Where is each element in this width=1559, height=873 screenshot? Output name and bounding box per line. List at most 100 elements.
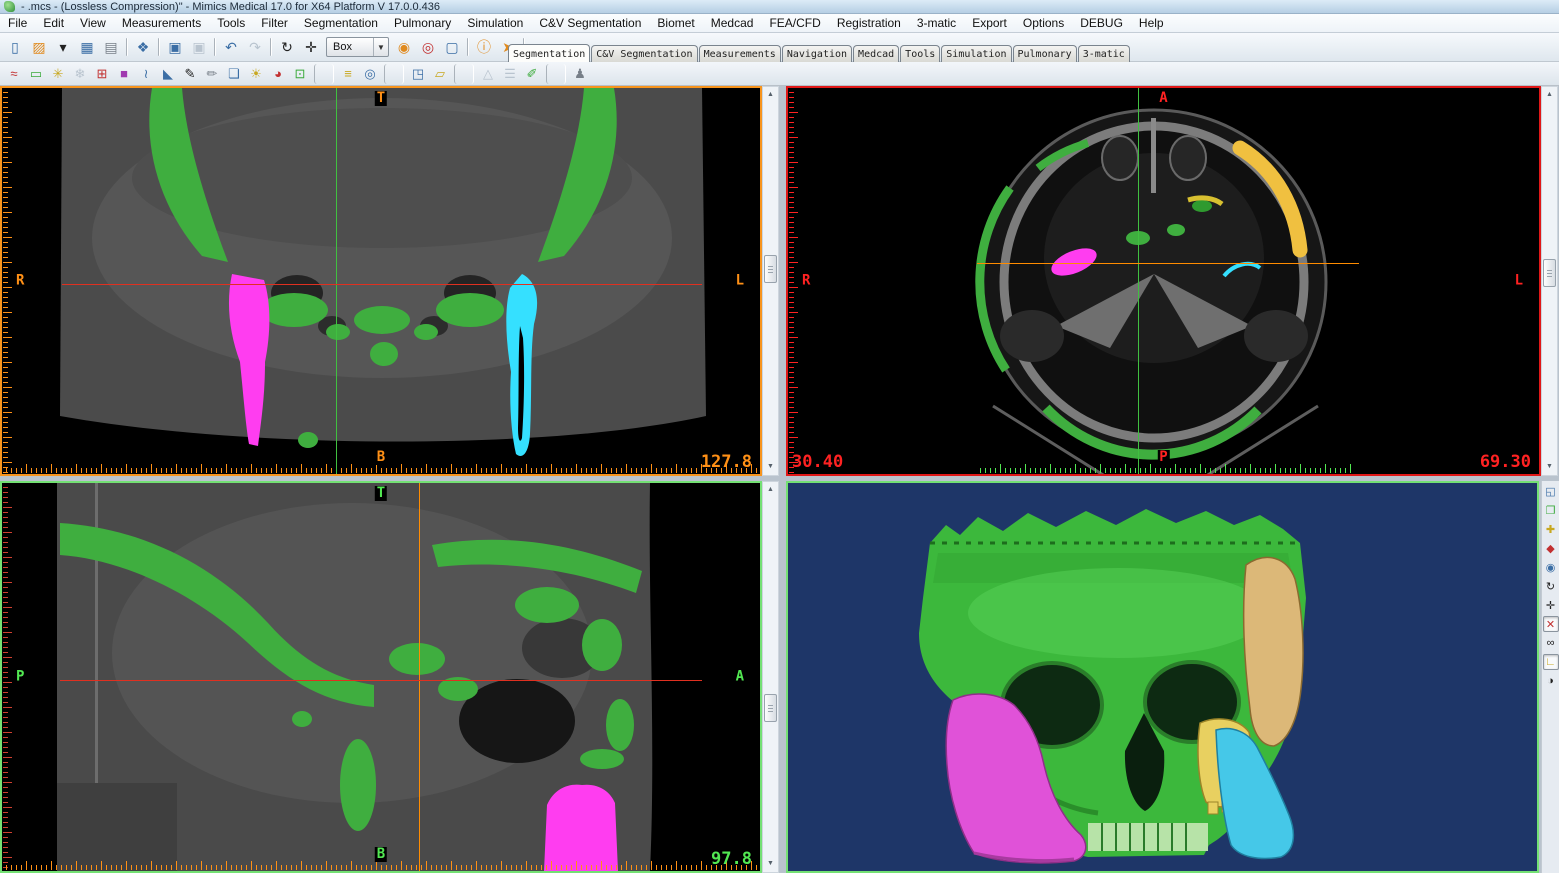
scrollbar-thumb[interactable] — [764, 255, 777, 283]
menu-item[interactable]: Options — [1015, 15, 1072, 31]
scroll-up-icon[interactable]: ▲ — [764, 483, 777, 497]
undo-icon[interactable]: ↶ — [220, 36, 242, 58]
menu-item[interactable]: View — [72, 15, 114, 31]
menu-item[interactable]: FEA/CFD — [761, 15, 828, 31]
rotate-view-icon[interactable]: ↻ — [276, 36, 298, 58]
menu-item[interactable]: 3-matic — [909, 15, 964, 31]
paste-icon[interactable]: ▣ — [188, 36, 210, 58]
menu-item[interactable]: Segmentation — [296, 15, 386, 31]
separator[interactable] — [158, 38, 160, 56]
scrollbar-thumb[interactable] — [764, 694, 777, 722]
open-dropdown-arrow[interactable]: ▾ — [52, 36, 74, 58]
menu-item[interactable]: Help — [1131, 15, 1172, 31]
menu-item[interactable]: File — [0, 15, 35, 31]
edit-masks-icon[interactable]: ■ — [114, 64, 134, 84]
seed-point-icon[interactable]: ◎ — [360, 64, 380, 84]
calculate-3d-from-mask-icon[interactable]: ◳ — [408, 64, 428, 84]
sagittal-scrollbar[interactable]: ▲ ▼ — [762, 481, 779, 873]
crop-mask-icon[interactable]: ⊡ — [290, 64, 310, 84]
coronal-slice-view[interactable]: T B R L 127.8 — [0, 86, 762, 476]
rotate-3d-icon[interactable]: ↻ — [1543, 578, 1559, 594]
menu-item[interactable]: Tools — [209, 15, 253, 31]
axial-horizontal-crosshair[interactable] — [977, 263, 1359, 264]
ribbon-tab[interactable]: C&V Segmentation — [591, 45, 697, 62]
scroll-down-icon[interactable]: ▼ — [1543, 460, 1556, 474]
chevron-down-icon[interactable]: ▼ — [373, 38, 388, 56]
smart-fill-icon[interactable]: ☀ — [246, 64, 266, 84]
coronal-horizontal-crosshair[interactable] — [62, 284, 702, 285]
stereo-glasses-icon[interactable]: ∞ — [1543, 635, 1559, 651]
zoom-box-icon[interactable]: ▢ — [441, 36, 463, 58]
dynamic-region-growing-icon[interactable]: ❄ — [70, 64, 90, 84]
ribbon-tab[interactable]: Measurements — [699, 45, 781, 62]
zoom-mode-dropdown[interactable]: Box ▼ — [326, 37, 389, 57]
axial-vertical-crosshair[interactable] — [1138, 88, 1139, 474]
update-3d-icon[interactable]: ☰ — [500, 64, 520, 84]
cavity-fill-icon[interactable]: ◣ — [158, 64, 178, 84]
multiple-slice-edit-icon[interactable]: ≀ — [136, 64, 156, 84]
ribbon-tab[interactable]: Medcad — [853, 45, 899, 62]
sagittal-horizontal-crosshair[interactable] — [60, 680, 702, 681]
separator[interactable] — [384, 64, 404, 84]
calculate-polylines-icon[interactable]: △ — [478, 64, 498, 84]
draw-tool-icon[interactable]: ✎ — [180, 64, 200, 84]
edit-mask-3d-icon[interactable]: ❏ — [224, 64, 244, 84]
3d-cube-icon[interactable]: ❐ — [1543, 502, 1559, 518]
menu-item[interactable]: Simulation — [459, 15, 531, 31]
object-info-icon[interactable]: ⓘ — [473, 36, 495, 58]
menu-item[interactable]: DEBUG — [1072, 15, 1131, 31]
unzoom-icon[interactable]: ◎ — [417, 36, 439, 58]
scroll-down-icon[interactable]: ▼ — [764, 857, 777, 871]
menu-item[interactable]: Export — [964, 15, 1015, 31]
patient-orientation-icon[interactable]: ♟ — [570, 64, 590, 84]
menu-item[interactable]: Pulmonary — [386, 15, 459, 31]
mask-label-icon[interactable]: ▱ — [430, 64, 450, 84]
separator[interactable] — [270, 38, 272, 56]
scrollbar-thumb[interactable] — [1543, 259, 1556, 287]
save-project-icon[interactable]: ▦ — [76, 36, 98, 58]
ribbon-tab[interactable]: Pulmonary — [1013, 45, 1077, 62]
axes-icon[interactable]: ✕ — [1543, 616, 1559, 632]
menu-item[interactable]: Biomet — [649, 15, 702, 31]
menu-item[interactable]: Measurements — [114, 15, 209, 31]
calculate-3d-icon[interactable]: ⊞ — [92, 64, 112, 84]
profile-line-icon[interactable]: ▭ — [26, 64, 46, 84]
clipping-icon[interactable]: ◆ — [1543, 540, 1559, 556]
separator[interactable] — [314, 64, 334, 84]
coronal-scrollbar[interactable]: ▲ ▼ — [762, 86, 779, 476]
edit-3d-icon[interactable]: ✐ — [522, 64, 542, 84]
erase-tool-icon[interactable]: ✏ — [202, 64, 222, 84]
ortho-planes-icon[interactable]: ✚ — [1543, 521, 1559, 537]
ribbon-tab[interactable]: 3-matic — [1078, 45, 1130, 62]
separator[interactable] — [467, 38, 469, 56]
scroll-up-icon[interactable]: ▲ — [1543, 88, 1556, 102]
copy-icon[interactable]: ▣ — [164, 36, 186, 58]
separator[interactable] — [454, 64, 474, 84]
ribbon-tab[interactable]: Tools — [900, 45, 940, 62]
zoom-in-icon[interactable]: ◉ — [393, 36, 415, 58]
3d-reconstruction-view[interactable] — [786, 481, 1539, 873]
thresholding-icon[interactable]: ≈ — [4, 64, 24, 84]
morphology-operations-icon[interactable]: ◕ — [268, 64, 288, 84]
sagittal-slice-view[interactable]: T B P A 97.8 — [0, 481, 762, 873]
ribbon-tab[interactable]: Navigation — [782, 45, 852, 62]
redo-icon[interactable]: ↷ — [244, 36, 266, 58]
contrast-icon[interactable]: ◑ — [1543, 673, 1559, 689]
separator[interactable] — [546, 64, 566, 84]
menu-item[interactable]: Medcad — [703, 15, 762, 31]
region-growing-icon[interactable]: ✳ — [48, 64, 68, 84]
ribbon-tab[interactable]: Segmentation — [508, 44, 590, 62]
coronal-vertical-crosshair[interactable] — [336, 88, 337, 474]
ribbon-tab[interactable]: Simulation — [941, 45, 1011, 62]
separator[interactable] — [214, 38, 216, 56]
organize-images-icon[interactable]: ❖ — [132, 36, 154, 58]
viewport-layout-icon[interactable]: ◱ — [1543, 483, 1559, 499]
open-project-icon[interactable]: ▨ — [28, 36, 50, 58]
menu-item[interactable]: C&V Segmentation — [531, 15, 649, 31]
scroll-down-icon[interactable]: ▼ — [764, 460, 777, 474]
visibility-eye-icon[interactable]: ◉ — [1543, 559, 1559, 575]
orientation-axis-icon[interactable]: ∟ — [1543, 654, 1559, 670]
new-project-icon[interactable]: ▯ — [4, 36, 26, 58]
boolean-operations-icon[interactable]: ≡ — [338, 64, 358, 84]
print-icon[interactable]: ▤ — [100, 36, 122, 58]
